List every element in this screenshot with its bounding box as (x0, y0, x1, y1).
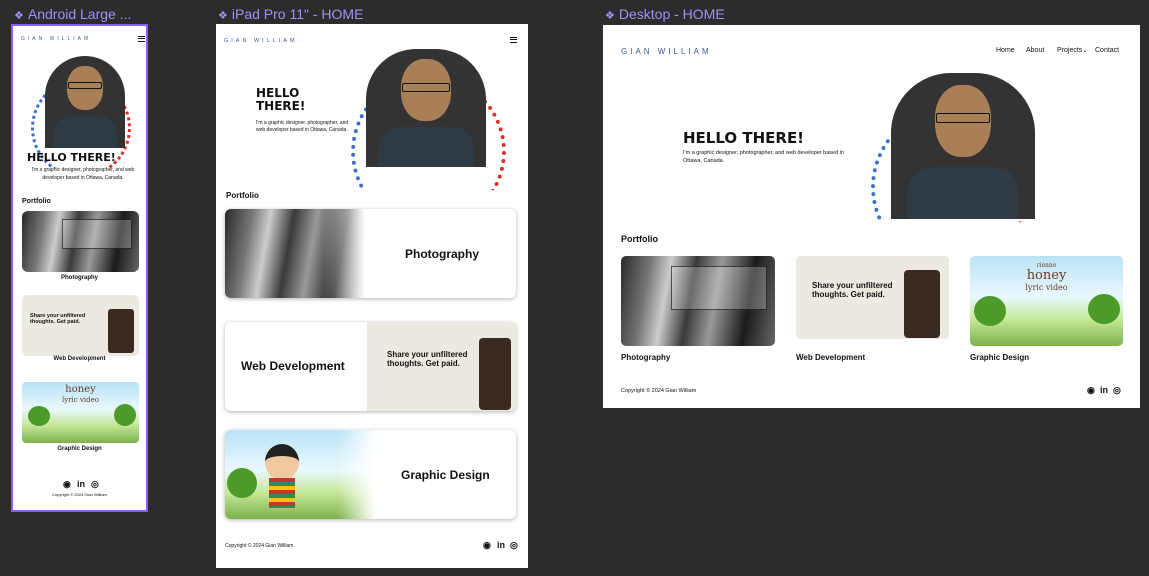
hero-subtitle: I'm a graphic designer, photographer, an… (683, 150, 844, 164)
android-frame-title: Android Large ... (27, 6, 132, 22)
photography-card[interactable]: Photography (225, 209, 516, 298)
nav-projects-label: Projects (1057, 47, 1083, 54)
web-development-card-image[interactable]: Share your unfiltered thoughts. Get paid… (796, 256, 949, 339)
linkedin-icon[interactable]: in (77, 479, 85, 489)
hero-subtitle: I'm a graphic designer, photographer, an… (256, 120, 349, 133)
graphic-design-card-image[interactable]: honey lyric video (22, 382, 139, 443)
hamburger-menu-icon[interactable] (138, 36, 145, 42)
graphic-design-card-title: Graphic Design (401, 468, 490, 482)
gd-preview-title: honey (1026, 268, 1067, 283)
github-icon[interactable]: ◉ (63, 479, 71, 490)
portfolio-heading: Portfolio (621, 234, 658, 244)
graphic-design-card[interactable]: Graphic Design (225, 430, 516, 519)
hero-portrait (366, 49, 486, 167)
hamburger-menu-icon[interactable] (510, 37, 517, 43)
android-frame-label[interactable]: ❖ Android Large ... (14, 6, 131, 22)
nav-contact[interactable]: Contact (1095, 47, 1119, 54)
hero-title: HELLO THERE! (27, 151, 116, 164)
nav-projects[interactable]: Projects⌄ (1057, 47, 1087, 54)
graphic-design-card-title[interactable]: Graphic Design (13, 446, 146, 452)
hero-subtitle: I'm a graphic designer, photographer, an… (31, 167, 135, 181)
ipad-frame-label[interactable]: ❖ iPad Pro 11" - HOME (218, 6, 363, 22)
web-preview-photo (108, 309, 134, 353)
photography-card-title[interactable]: Photography (13, 275, 146, 281)
desktop-frame-label[interactable]: ❖ Desktop - HOME (605, 6, 725, 22)
hero-title: HELLO THERE! (256, 86, 306, 113)
desktop-frame[interactable]: GIAN WILLIAM Home About Projects⌄ Contac… (603, 25, 1140, 408)
brand-logo[interactable]: GIAN WILLIAM (621, 47, 712, 56)
portfolio-heading: Portfolio (226, 191, 259, 200)
hero-title: HELLO THERE! (683, 129, 805, 147)
web-preview-photo (904, 270, 940, 338)
web-development-card-title[interactable]: Web Development (796, 353, 865, 362)
instagram-icon[interactable]: ◎ (91, 479, 99, 490)
brand-logo[interactable]: GIAN WILLIAM (224, 38, 298, 44)
web-development-card-image: Share your unfiltered thoughts. Get paid… (367, 322, 516, 411)
brand-logo[interactable]: GIAN WILLIAM (21, 36, 91, 42)
web-preview-headline: Share your unfiltered thoughts. Get paid… (387, 350, 468, 368)
chevron-down-icon: ⌄ (1082, 48, 1088, 54)
web-preview-headline: Share your unfiltered thoughts. Get paid… (812, 281, 893, 299)
hero-portrait (891, 73, 1035, 219)
linkedin-icon[interactable]: in (1100, 385, 1108, 395)
graphic-design-card-image[interactable]: rienne honey lyric video (970, 256, 1123, 346)
github-icon[interactable]: ◉ (1087, 385, 1095, 396)
component-icon: ❖ (605, 10, 615, 22)
graphic-design-card-title[interactable]: Graphic Design (970, 353, 1029, 362)
photography-card-image[interactable] (621, 256, 775, 346)
nav-about[interactable]: About (1026, 47, 1044, 54)
footer-copyright: Copyright © 2024 Gian William (225, 543, 294, 549)
graphic-design-card-image (225, 430, 375, 519)
ipad-frame-title: iPad Pro 11" - HOME (231, 6, 364, 22)
gd-preview-subtitle: lyric video (1025, 283, 1068, 292)
gd-preview-subtitle: lyric video (62, 396, 99, 404)
ipad-frame[interactable]: GIAN WILLIAM HELLO THERE! I'm a graphic … (216, 24, 528, 568)
web-development-card-title: Web Development (241, 359, 345, 373)
desktop-frame-title: Desktop - HOME (618, 6, 725, 22)
instagram-icon[interactable]: ◎ (1113, 385, 1121, 396)
gd-preview-title: honey (65, 384, 96, 395)
web-development-card-image[interactable]: Share your unfiltered thoughts. Get paid… (22, 295, 139, 356)
web-preview-photo (479, 338, 511, 410)
instagram-icon[interactable]: ◎ (510, 540, 518, 551)
photography-card-title: Photography (405, 247, 479, 261)
component-icon: ❖ (218, 10, 228, 22)
linkedin-icon[interactable]: in (497, 540, 505, 550)
nav-home[interactable]: Home (996, 47, 1015, 54)
footer-copyright: Copyright © 2024 Gian William (52, 492, 107, 497)
photography-card-image[interactable] (22, 211, 139, 272)
photography-card-image (225, 209, 365, 298)
hero-portrait (45, 56, 125, 148)
android-frame[interactable]: GIAN WILLIAM HELLO THERE! I'm a graphic … (11, 24, 148, 512)
portfolio-heading: Portfolio (22, 198, 51, 205)
web-development-card-title[interactable]: Web Development (13, 356, 146, 362)
web-development-card[interactable]: Web Development Share your unfiltered th… (225, 322, 516, 411)
photography-card-title[interactable]: Photography (621, 353, 670, 362)
footer-copyright: Copyright © 2024 Gian William (621, 388, 697, 394)
web-preview-headline: Share your unfiltered thoughts. Get paid… (30, 313, 86, 325)
github-icon[interactable]: ◉ (483, 540, 491, 551)
component-icon: ❖ (14, 10, 24, 22)
